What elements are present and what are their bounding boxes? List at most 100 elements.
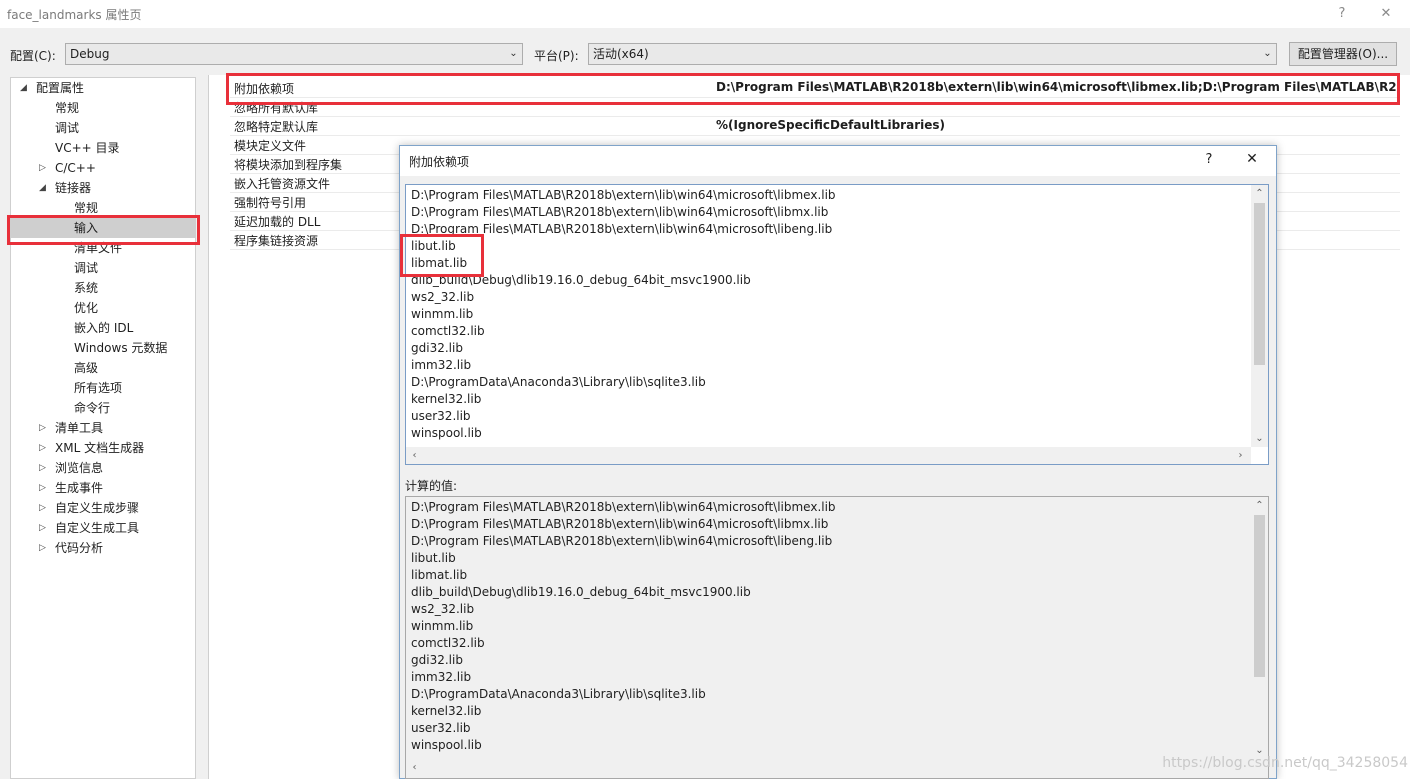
tree-item-linker-2[interactable]: 清单文件 — [11, 238, 195, 258]
grid-row[interactable]: 忽略所有默认库 — [230, 98, 1400, 117]
tree-item-label: 命令行 — [74, 401, 111, 415]
tree-item-linker-8[interactable]: 高级 — [11, 358, 195, 378]
scroll-right-icon[interactable]: › — [1232, 447, 1249, 464]
collapsed-arrow-icon[interactable]: ▷ — [39, 438, 46, 458]
dependencies-textarea[interactable]: D:\Program Files\MATLAB\R2018b\extern\li… — [405, 184, 1269, 465]
collapsed-arrow-icon[interactable]: ▷ — [39, 518, 46, 538]
tree-item-linker-10[interactable]: 命令行 — [11, 398, 195, 418]
tree-item-linker-1[interactable]: 输入 — [11, 218, 195, 238]
tree-item-group-3[interactable]: ▷ 生成事件 — [11, 478, 195, 498]
help-button[interactable]: ? — [1330, 4, 1354, 24]
tree-item-label: 清单文件 — [74, 241, 123, 255]
close-button[interactable]: ✕ — [1374, 4, 1398, 24]
tree-item-group-5[interactable]: ▷ 自定义生成工具 — [11, 518, 195, 538]
grid-row[interactable]: 附加依赖项 D:\Program Files\MATLAB\R2018b\exte… — [230, 79, 1400, 98]
property-name: 忽略所有默认库 — [234, 101, 319, 115]
tree-item-label: 常规 — [74, 201, 99, 215]
tree-item-linker-7[interactable]: Windows 元数据 — [11, 338, 195, 358]
config-value: Debug — [70, 47, 110, 61]
tree-item-linker-5[interactable]: 优化 — [11, 298, 195, 318]
dialog-help-button[interactable]: ? — [1200, 152, 1218, 167]
dependency-line: winmm.lib — [411, 307, 474, 321]
collapsed-arrow-icon[interactable]: ▷ — [39, 478, 46, 498]
dependency-line: libut.lib — [411, 551, 456, 565]
property-name: 程序集链接资源 — [234, 234, 319, 248]
tree-item-label: 代码分析 — [55, 541, 104, 555]
tree-root-config-properties[interactable]: ◢ 配置属性 — [11, 78, 195, 98]
collapsed-arrow-icon[interactable]: ▷ — [39, 498, 46, 518]
platform-dropdown[interactable]: 活动(x64) ⌄ — [588, 43, 1277, 65]
dependency-line: libut.lib — [411, 239, 456, 253]
tree-item-group-1[interactable]: ▷ XML 文档生成器 — [11, 438, 195, 458]
tree-item-group-2[interactable]: ▷ 浏览信息 — [11, 458, 195, 478]
dependency-line: ws2_32.lib — [411, 290, 475, 304]
tree-item-label: 调试 — [74, 261, 99, 275]
chevron-down-icon: ⌄ — [509, 48, 518, 59]
scroll-up-icon[interactable]: ⌃ — [1251, 497, 1268, 514]
tree-item-2[interactable]: VC++ 目录 — [11, 138, 195, 158]
watermark: https://blog.csdn.net/qq_34258054 — [1162, 755, 1408, 771]
expanded-arrow-icon[interactable]: ◢ — [39, 178, 46, 198]
window-title: face_landmarks 属性页 — [7, 8, 142, 22]
tree-item-label: 配置属性 — [36, 81, 85, 95]
dialog-title: 附加依赖项 — [409, 155, 470, 169]
dependency-line: D:\Program Files\MATLAB\R2018b\extern\li… — [411, 222, 833, 236]
scroll-down-icon[interactable]: ⌄ — [1251, 430, 1268, 447]
computed-horizontal-scrollbar[interactable]: ‹ — [406, 759, 1251, 776]
collapsed-arrow-icon[interactable]: ▷ — [39, 458, 46, 478]
dependency-line: imm32.lib — [411, 358, 472, 372]
scroll-left-icon[interactable]: ‹ — [406, 759, 423, 776]
tree-item-1[interactable]: 调试 — [11, 118, 195, 138]
property-value[interactable]: %(IgnoreSpecificDefaultLibraries) — [716, 118, 1396, 132]
dependency-line: D:\Program Files\MATLAB\R2018b\extern\li… — [411, 500, 836, 514]
vertical-scrollbar[interactable]: ⌃ ⌄ — [1251, 185, 1268, 447]
window-title-bar: face_landmarks 属性页 ? ✕ — [0, 0, 1410, 28]
collapsed-arrow-icon[interactable]: ▷ — [39, 538, 46, 558]
dependency-line: dlib_build\Debug\dlib19.16.0_debug_64bit… — [411, 273, 751, 287]
tree-item-linker-3[interactable]: 调试 — [11, 258, 195, 278]
tree-item-linker-4[interactable]: 系统 — [11, 278, 195, 298]
tree-item-linker-9[interactable]: 所有选项 — [11, 378, 195, 398]
tree-item-group-0[interactable]: ▷ 清单工具 — [11, 418, 195, 438]
computed-values-box[interactable]: D:\Program Files\MATLAB\R2018b\extern\li… — [405, 496, 1269, 779]
dependencies-lines: D:\Program Files\MATLAB\R2018b\extern\li… — [406, 187, 1251, 442]
tree-item-group-4[interactable]: ▷ 自定义生成步骤 — [11, 498, 195, 518]
config-label: 配置(C): — [10, 49, 56, 63]
scroll-up-icon[interactable]: ⌃ — [1251, 185, 1268, 202]
property-value[interactable]: D:\Program Files\MATLAB\R2018b\extern\li… — [716, 80, 1396, 94]
config-dropdown[interactable]: Debug ⌄ — [65, 43, 523, 65]
tree-item-label: 清单工具 — [55, 421, 104, 435]
property-name: 强制符号引用 — [234, 196, 307, 210]
collapsed-arrow-icon[interactable]: ▷ — [39, 158, 46, 178]
grid-row[interactable]: 忽略特定默认库 %(IgnoreSpecificDefaultLibraries) — [230, 117, 1400, 136]
tree-item-linker-0[interactable]: 常规 — [11, 198, 195, 218]
scroll-thumb[interactable] — [1254, 203, 1265, 365]
computed-values-label: 计算的值: — [405, 479, 458, 493]
chevron-down-icon: ⌄ — [1263, 48, 1272, 59]
config-manager-button[interactable]: 配置管理器(O)... — [1289, 42, 1397, 66]
dependency-line: dlib_build\Debug\dlib19.16.0_debug_64bit… — [411, 585, 751, 599]
tree-item-label: XML 文档生成器 — [55, 441, 145, 455]
scroll-thumb[interactable] — [1254, 515, 1265, 677]
dependency-line: gdi32.lib — [411, 653, 463, 667]
dependency-line: D:\Program Files\MATLAB\R2018b\extern\li… — [411, 534, 833, 548]
tree-item-linker-6[interactable]: 嵌入的 IDL — [11, 318, 195, 338]
tree-item-group-6[interactable]: ▷ 代码分析 — [11, 538, 195, 558]
horizontal-scrollbar[interactable]: ‹ › — [406, 447, 1251, 464]
additional-dependencies-dialog: 附加依赖项 ? ✕ D:\Program Files\MATLAB\R2018b… — [399, 145, 1277, 779]
tree-item-0[interactable]: 常规 — [11, 98, 195, 118]
tree-item-cpp[interactable]: ▷ C/C++ — [11, 158, 195, 178]
collapsed-arrow-icon[interactable]: ▷ — [39, 418, 46, 438]
scroll-left-icon[interactable]: ‹ — [406, 447, 423, 464]
computed-vertical-scrollbar[interactable]: ⌃ ⌄ — [1251, 497, 1268, 759]
tree-item-label: C/C++ — [55, 161, 96, 175]
dialog-title-bar: 附加依赖项 ? ✕ — [400, 146, 1276, 176]
dependency-line: winspool.lib — [411, 426, 482, 440]
dependency-line: user32.lib — [411, 721, 471, 735]
property-name: 忽略特定默认库 — [234, 120, 319, 134]
tree-item-linker[interactable]: ◢ 链接器 — [11, 178, 195, 198]
tree-item-label: 常规 — [55, 101, 80, 115]
expanded-arrow-icon[interactable]: ◢ — [20, 78, 27, 98]
dialog-close-button[interactable]: ✕ — [1243, 151, 1261, 167]
tree-item-label: 输入 — [74, 221, 99, 235]
